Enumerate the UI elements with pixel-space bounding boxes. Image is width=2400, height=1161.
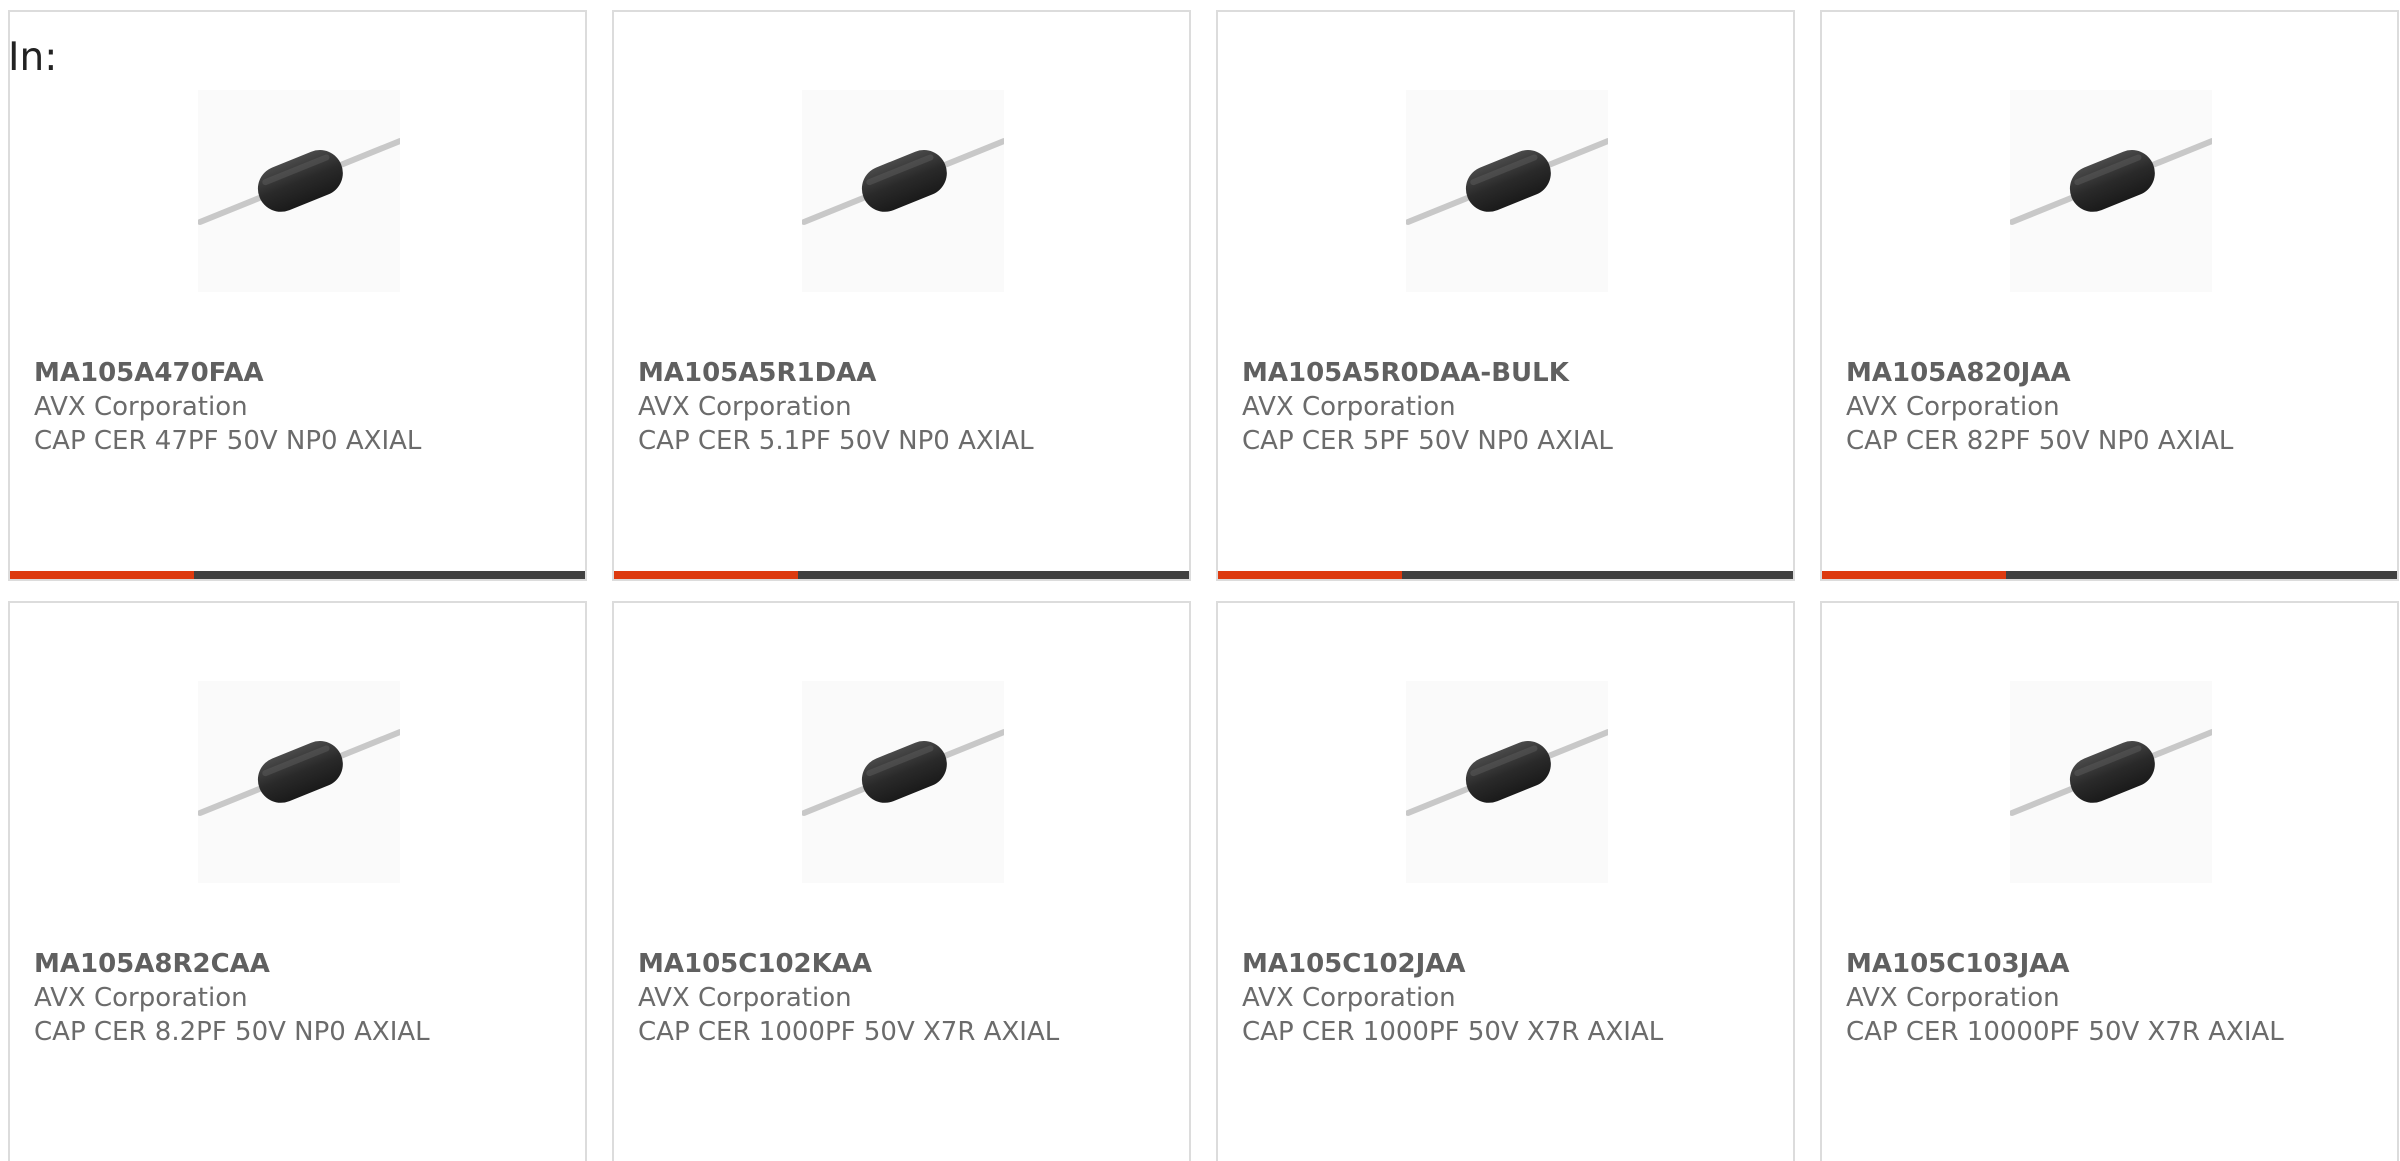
manufacturer: AVX Corporation: [34, 392, 248, 422]
product-card[interactable]: MA105C103JAA AVX Corporation CAP CER 100…: [1820, 601, 2399, 1161]
axial-capacitor-icon: [198, 729, 400, 816]
axial-capacitor-icon: [1406, 729, 1608, 816]
capacitor-body: [861, 150, 947, 212]
part-number[interactable]: MA105A5R0DAA-BULK: [1242, 356, 1783, 390]
part-number[interactable]: MA105A5R1DAA: [638, 356, 1179, 390]
progress-bar-fill: [614, 571, 798, 579]
progress-bar-fill: [1822, 571, 2006, 579]
description: CAP CER 5.1PF 50V NP0 AXIAL: [638, 426, 1034, 456]
part-number[interactable]: MA105A470FAA: [34, 356, 575, 390]
product-info: MA105C103JAA AVX Corporation CAP CER 100…: [1846, 947, 2387, 1049]
capacitor-body: [1465, 150, 1551, 212]
product-info: MA105C102JAA AVX Corporation CAP CER 100…: [1242, 947, 1783, 1049]
part-number[interactable]: MA105C102KAA: [638, 947, 1179, 981]
capacitor-body: [257, 741, 343, 803]
product-image[interactable]: [198, 90, 400, 292]
description: CAP CER 1000PF 50V X7R AXIAL: [1242, 1017, 1664, 1047]
progress-bar: [1218, 571, 1793, 579]
product-card[interactable]: MA105C102JAA AVX Corporation CAP CER 100…: [1216, 601, 1795, 1161]
product-card[interactable]: MA105A5R1DAA AVX Corporation CAP CER 5.1…: [612, 10, 1191, 581]
part-number[interactable]: MA105C103JAA: [1846, 947, 2387, 981]
manufacturer: AVX Corporation: [1242, 392, 1456, 422]
progress-bar: [1822, 571, 2397, 579]
product-image[interactable]: [2010, 90, 2212, 292]
part-number[interactable]: MA105A820JAA: [1846, 356, 2387, 390]
product-card[interactable]: MA105A8R2CAA AVX Corporation CAP CER 8.2…: [8, 601, 587, 1161]
axial-capacitor-icon: [802, 729, 1004, 816]
product-grid: MA105A470FAA AVX Corporation CAP CER 47P…: [8, 10, 2400, 1161]
axial-capacitor-icon: [802, 138, 1004, 225]
capacitor-body: [257, 150, 343, 212]
description: CAP CER 47PF 50V NP0 AXIAL: [34, 426, 422, 456]
capacitor-body: [2069, 150, 2155, 212]
axial-capacitor-icon: [2010, 138, 2212, 225]
progress-bar: [10, 571, 585, 579]
product-image[interactable]: [2010, 681, 2212, 883]
manufacturer: AVX Corporation: [1242, 983, 1456, 1013]
progress-bar-fill: [10, 571, 194, 579]
progress-bar-fill: [1218, 571, 1402, 579]
part-number[interactable]: MA105C102JAA: [1242, 947, 1783, 981]
product-info: MA105C102KAA AVX Corporation CAP CER 100…: [638, 947, 1179, 1049]
progress-bar: [614, 571, 1189, 579]
product-card[interactable]: MA105A470FAA AVX Corporation CAP CER 47P…: [8, 10, 587, 581]
product-info: MA105A8R2CAA AVX Corporation CAP CER 8.2…: [34, 947, 575, 1049]
description: CAP CER 10000PF 50V X7R AXIAL: [1846, 1017, 2284, 1047]
product-image[interactable]: [802, 90, 1004, 292]
product-card[interactable]: MA105A820JAA AVX Corporation CAP CER 82P…: [1820, 10, 2399, 581]
product-image[interactable]: [1406, 681, 1608, 883]
capacitor-body: [861, 741, 947, 803]
product-info: MA105A5R1DAA AVX Corporation CAP CER 5.1…: [638, 356, 1179, 458]
axial-capacitor-icon: [2010, 729, 2212, 816]
filter-in-label: In:: [8, 35, 58, 80]
product-image[interactable]: [802, 681, 1004, 883]
product-info: MA105A5R0DAA-BULK AVX Corporation CAP CE…: [1242, 356, 1783, 458]
manufacturer: AVX Corporation: [638, 983, 852, 1013]
capacitor-body: [2069, 741, 2155, 803]
product-card[interactable]: MA105A5R0DAA-BULK AVX Corporation CAP CE…: [1216, 10, 1795, 581]
axial-capacitor-icon: [1406, 138, 1608, 225]
manufacturer: AVX Corporation: [1846, 392, 2060, 422]
manufacturer: AVX Corporation: [1846, 983, 2060, 1013]
axial-capacitor-icon: [198, 138, 400, 225]
capacitor-body: [1465, 741, 1551, 803]
description: CAP CER 82PF 50V NP0 AXIAL: [1846, 426, 2234, 456]
product-card[interactable]: MA105C102KAA AVX Corporation CAP CER 100…: [612, 601, 1191, 1161]
product-image[interactable]: [1406, 90, 1608, 292]
product-info: MA105A470FAA AVX Corporation CAP CER 47P…: [34, 356, 575, 458]
description: CAP CER 5PF 50V NP0 AXIAL: [1242, 426, 1613, 456]
description: CAP CER 8.2PF 50V NP0 AXIAL: [34, 1017, 430, 1047]
product-info: MA105A820JAA AVX Corporation CAP CER 82P…: [1846, 356, 2387, 458]
product-image[interactable]: [198, 681, 400, 883]
manufacturer: AVX Corporation: [638, 392, 852, 422]
manufacturer: AVX Corporation: [34, 983, 248, 1013]
description: CAP CER 1000PF 50V X7R AXIAL: [638, 1017, 1060, 1047]
part-number[interactable]: MA105A8R2CAA: [34, 947, 575, 981]
